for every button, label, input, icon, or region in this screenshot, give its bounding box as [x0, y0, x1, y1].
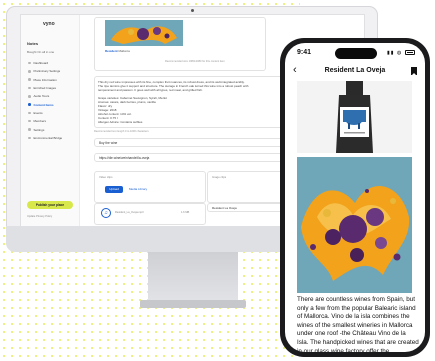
- info-icon: [28, 78, 31, 81]
- sidebar-item-dashboard[interactable]: Dashboard: [25, 59, 77, 67]
- image-size-hint: Recommended size 1080x1080 for this cont…: [165, 60, 225, 63]
- media-library-link[interactable]: Media Library: [129, 187, 147, 191]
- card-meta-value: Mallorca: [118, 49, 130, 53]
- sidebar-item-label: Place Information: [33, 77, 57, 82]
- monitor-foot: [140, 300, 246, 308]
- battery-icon: [404, 50, 415, 55]
- sidebar: vyno Notes Bought On all in one Dashboar…: [21, 15, 80, 237]
- page-title: Resident La Oveja: [324, 67, 386, 74]
- upload-button[interactable]: Upload: [105, 186, 123, 193]
- sidebar-item-events[interactable]: Events: [25, 109, 77, 117]
- audio-file-icon: ♫: [101, 208, 111, 218]
- sidebar-item-label: Events: [33, 110, 43, 115]
- image-icon: [28, 86, 31, 90]
- sidebar-title: Notes: [27, 41, 39, 46]
- buy-label-field[interactable]: Buy the wine: [94, 138, 294, 147]
- sidebar-subtitle: Bought On all in one: [27, 50, 55, 54]
- sidebar-item-enriched-images[interactable]: Enriched Images: [25, 84, 77, 92]
- sidebar-item-settings[interactable]: Settings: [25, 125, 77, 133]
- sidebar-item-environmental-bridge[interactable]: Environmental Bridge: [25, 134, 77, 142]
- sidebar-item-label: Settings: [33, 127, 45, 132]
- phone-frame: 9:41 ▮▮ ◍ ‹ Resident La Oveja There are …: [280, 38, 430, 357]
- monitor-camera: [191, 9, 194, 12]
- video-label: Video clips: [99, 175, 113, 179]
- content-image-card: Resident Mallorca Recommended size 1080x…: [94, 17, 266, 71]
- card-meta-prefix: Resident: [105, 49, 118, 53]
- status-time: 9:41: [297, 49, 312, 56]
- sidebar-item-label: Environmental Bridge: [33, 135, 63, 140]
- wine-bottle-image: [297, 81, 412, 153]
- sidebar-item-members[interactable]: Members: [25, 117, 77, 125]
- signal-icon: ▮▮: [387, 50, 395, 56]
- sidebar-item-label: Audio Tours: [33, 94, 50, 99]
- content-icon: [28, 103, 31, 106]
- splash-thumbnail[interactable]: [105, 20, 183, 46]
- sidebar-footer: Update Privacy Policy: [27, 215, 53, 218]
- sidebar-item-place-information[interactable]: Place Information: [25, 76, 77, 84]
- sidebar-item-label: Dashboard: [33, 61, 49, 66]
- textarea-hint: Recommended text length 0 to 1000 charac…: [94, 130, 149, 133]
- app-logo[interactable]: vyno: [43, 21, 55, 27]
- gear-icon: [28, 128, 31, 131]
- image-label: Image clips: [212, 175, 227, 179]
- sidebar-item-label: Enriched Images: [33, 86, 57, 91]
- sidebar-item-label: Preliminary Settings: [33, 69, 61, 74]
- audio-file-row[interactable]: ♫ Resident_La_Oveja.mp3 1.6 MB: [94, 203, 206, 225]
- phone-screen: 9:41 ▮▮ ◍ ‹ Resident La Oveja There are …: [285, 43, 425, 352]
- wine-splash-image: [297, 157, 412, 293]
- settings-icon: [28, 70, 31, 73]
- calendar-icon: [28, 111, 31, 115]
- monitor-stand: [148, 252, 238, 302]
- description-line: Allergen Advice: Contains sulfites: [98, 120, 143, 124]
- dynamic-island: [335, 48, 377, 59]
- status-icons: ▮▮ ◍: [387, 49, 415, 56]
- audio-file-size: 1.6 MB: [181, 211, 190, 214]
- sidebar-item-audio-tours[interactable]: Audio Tours: [25, 92, 77, 100]
- description-textarea[interactable]: This dry red wine impresses with its fin…: [94, 76, 284, 128]
- wifi-icon: ◍: [396, 50, 403, 56]
- bookmark-icon[interactable]: [411, 67, 417, 76]
- users-icon: [28, 119, 31, 123]
- audio-file-name: Resident_La_Oveja.mp3: [115, 211, 144, 214]
- audio-icon: [28, 95, 31, 98]
- publish-button[interactable]: Publish your place: [27, 201, 73, 209]
- card-meta: Resident Mallorca: [105, 49, 130, 53]
- video-upload-box: Video clips Upload Media Library: [94, 171, 206, 203]
- sidebar-item-label: Content Items: [33, 102, 54, 107]
- sidebar-item-content-items[interactable]: Content Items: [25, 100, 77, 108]
- dashboard-icon: [28, 61, 31, 65]
- sidebar-item-preliminary-settings[interactable]: Preliminary Settings: [25, 67, 77, 75]
- wine-description: There are countless wines from Spain, bu…: [297, 296, 419, 352]
- bridge-icon: [28, 136, 31, 140]
- sidebar-item-label: Members: [33, 119, 47, 124]
- sidebar-nav: Dashboard Preliminary Settings Place Inf…: [25, 59, 77, 142]
- buy-url-field[interactable]: https://die.wine/weinhandel/la-oveja: [94, 153, 294, 162]
